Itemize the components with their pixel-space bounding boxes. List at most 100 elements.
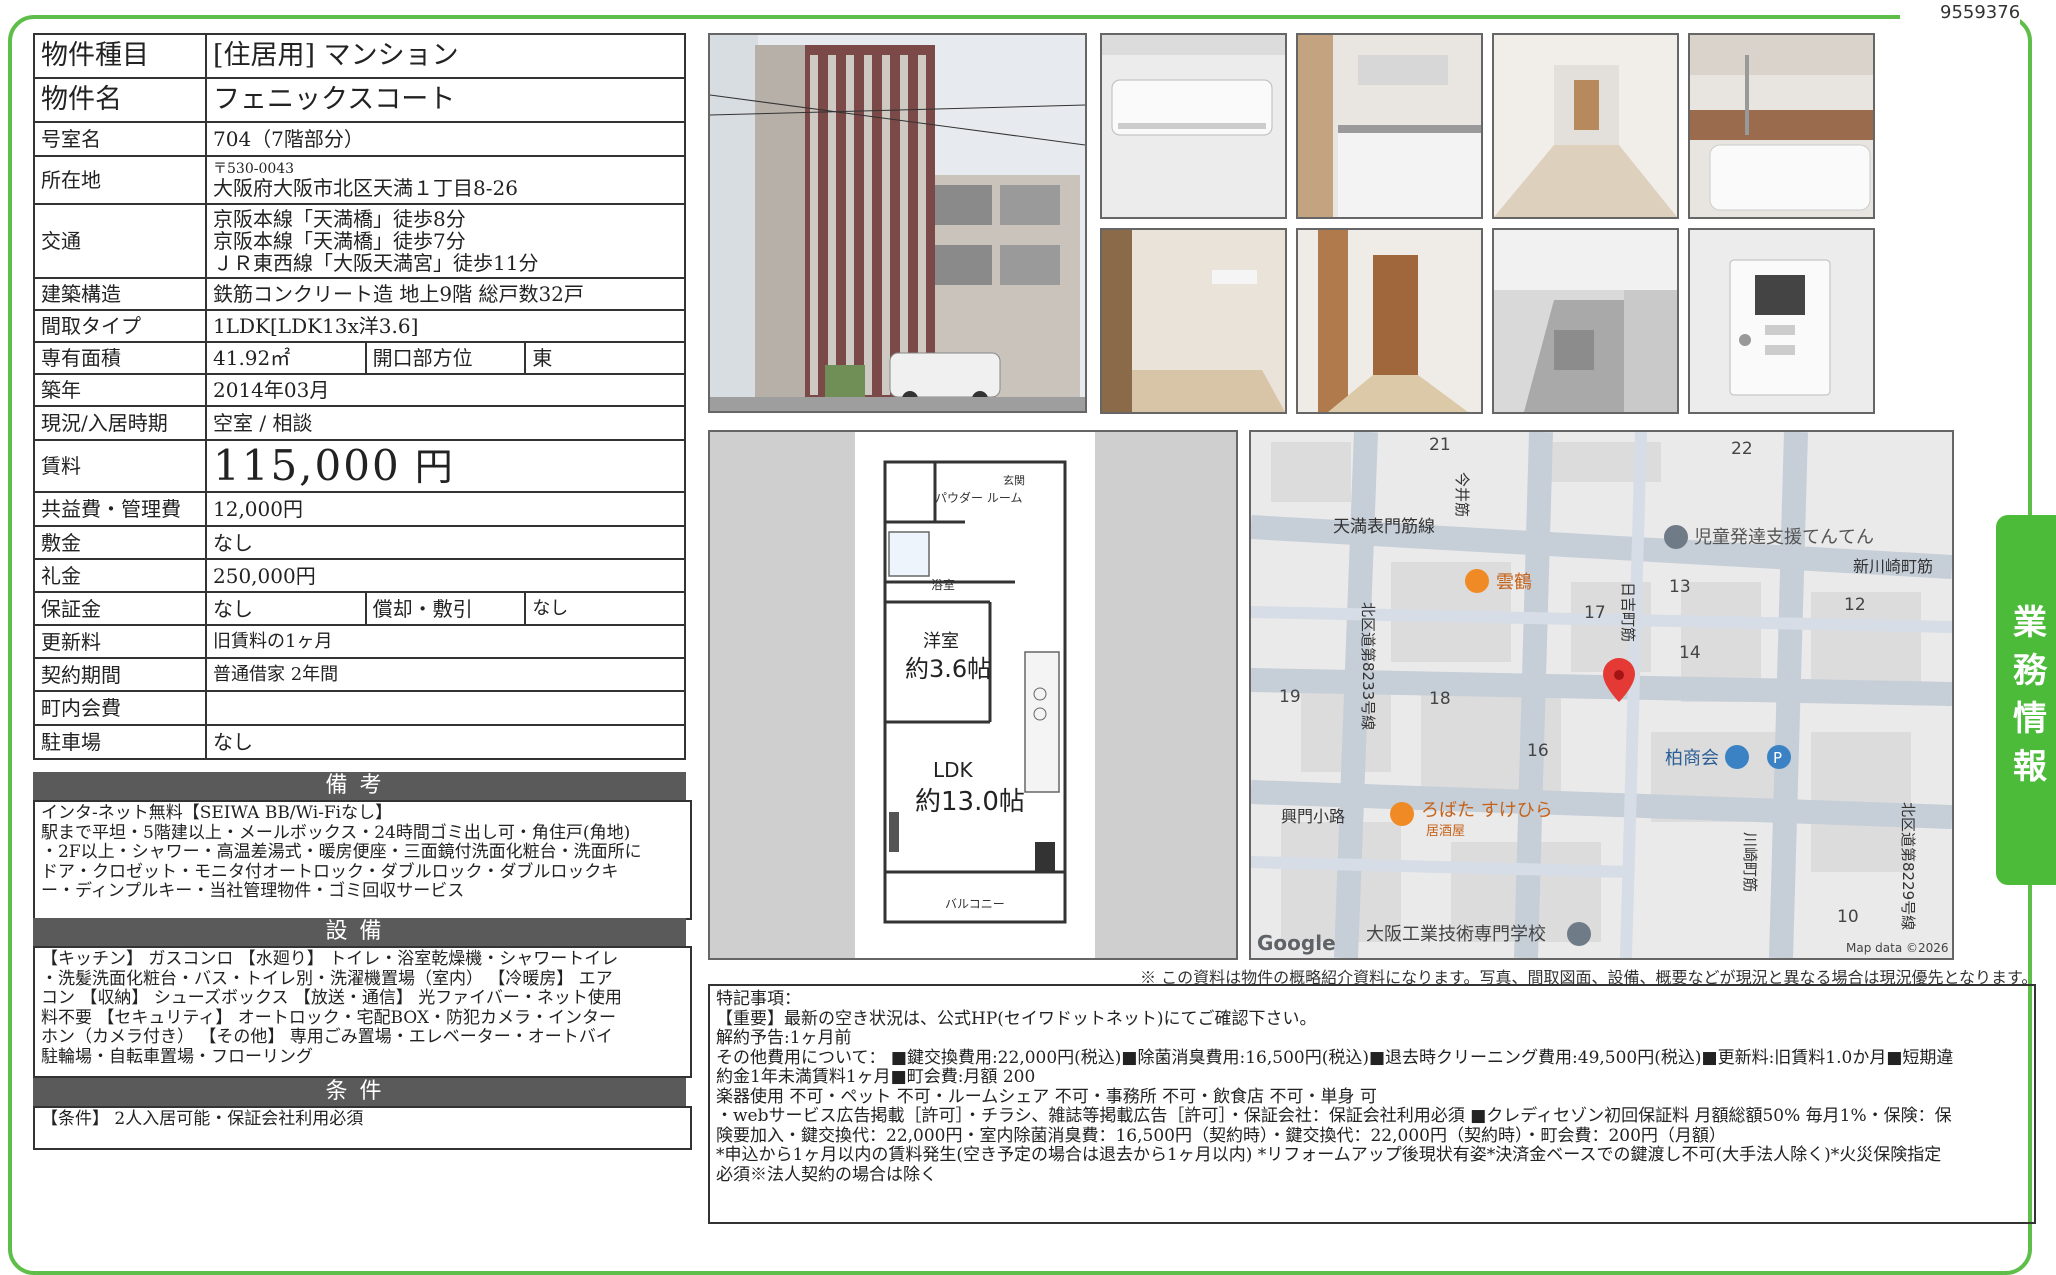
direction-value: 東 [524, 341, 686, 375]
hallway-illustration [1298, 230, 1481, 412]
rent-value: 115,000 [213, 440, 401, 490]
notes-line: 険要加入・鍵交換代：22,000円・室内除菌消臭費：16,500円（契約時）・鍵… [716, 1125, 1726, 1146]
street-tenma: 天満表門筋線 [1333, 517, 1435, 537]
google-logo: Google [1257, 931, 1336, 955]
key-money-value: 250,000円 [205, 558, 686, 593]
entrance-label: 玄関 [1003, 473, 1025, 487]
status-label: 現況/入居時期 [33, 405, 207, 441]
room-value: 704（7階部分） [205, 121, 686, 157]
poi-kashiwa-label: 柏商会 [1665, 748, 1719, 769]
street-imai: 今井筋 [1453, 472, 1471, 517]
special-notes: 特記事項： 【重要】最新の空き状況は、公式HP(セイワドットネット)にてご確認下… [708, 984, 2036, 1224]
notes-line: ・webサービス広告掲載［許可］・チラシ、雑誌等掲載広告［許可］・保証会社：保証… [716, 1106, 1952, 1126]
aircon-photo[interactable] [1100, 33, 1287, 219]
poi-school-label: 大阪工業技術専門学校 [1366, 924, 1546, 945]
direction-label: 開口部方位 [364, 341, 527, 375]
floor-plan-drawing: パウダー ルーム 浴室 玄関 洋室 約3.6帖 LDK 約13.0帖 バルコニー [883, 460, 1067, 924]
living-photo[interactable] [1492, 33, 1679, 219]
block-21: 21 [1429, 435, 1451, 455]
intercom-photo[interactable] [1688, 228, 1875, 414]
remarks-line: インタ-ネット無料【SEIWA BB/Wi-Fiなし】 [41, 803, 393, 823]
notes-line: 楽器使用 不可・ペット 不可・ルームシェア 不可・事務所 不可・飲食店 不可・単… [716, 1086, 1377, 1107]
block-18: 18 [1429, 689, 1451, 709]
remarks-line: ・2F以上・シャワー・高温差湯式・暖房便座・三面鏡付洗面化粧台・洗面所に [41, 842, 642, 862]
deposit-value: なし [205, 525, 686, 560]
street-kawasaki: 川崎町筋 [1741, 832, 1759, 892]
poi-center-icon [1664, 525, 1688, 549]
renewal-value: 旧賃料の1ヶ月 [205, 624, 686, 659]
built-label: 築年 [33, 373, 207, 407]
notes-line: 解約予告:1ヶ月前 [716, 1028, 852, 1048]
notes-line: 必須※法人契約の場合は除く [716, 1164, 937, 1185]
ldk-label: LDK [933, 758, 974, 782]
guarantee-value: なし [205, 591, 367, 626]
poi-center-label: 児童発達支援てんてん [1694, 527, 1874, 548]
block-12: 12 [1844, 595, 1866, 615]
floor-plan[interactable]: パウダー ルーム 浴室 玄関 洋室 約3.6帖 LDK 約13.0帖 バルコニー [708, 430, 1238, 960]
hallway-photo[interactable] [1296, 228, 1483, 414]
area-value: 41.92㎡ [205, 341, 367, 375]
street-shinkawa: 新川崎町筋 [1853, 557, 1933, 576]
building-photo[interactable] [708, 33, 1087, 413]
business-info-tab[interactable]: 業務情報 [1996, 515, 2056, 885]
key-money-label: 礼金 [33, 558, 207, 593]
street-kitaku2: 北区道第8229号線 [1899, 802, 1917, 930]
status-value: 空室 / 相談 [205, 405, 686, 441]
western-room-label: 洋室 [923, 631, 959, 652]
conditions-line: 【条件】 2人入居可能・保証会社利用必須 [41, 1109, 364, 1129]
address-cell: 〒530-0043 大阪府大阪市北区天満１丁目8-26 [205, 155, 686, 205]
poi-robata-sub: 居酒屋 [1426, 824, 1465, 839]
layout-label: 間取タイプ [33, 309, 207, 343]
kitchen-illustration [1298, 35, 1481, 217]
intercom-illustration [1690, 230, 1873, 412]
rent-cell: 115,000 円 [205, 439, 686, 493]
map-drawing: 21 22 13 12 17 14 19 18 16 10 天満表門筋線 新川崎… [1251, 432, 1952, 958]
poi-restaurant-icon [1465, 569, 1489, 593]
conditions-header: 条件 [33, 1078, 686, 1106]
poi-kumotsuru-label: 雲鶴 [1496, 572, 1532, 593]
bathroom-photo[interactable] [1688, 33, 1875, 219]
poi-izakaya-icon [1390, 802, 1414, 826]
ldk-size: 約13.0帖 [915, 787, 1025, 817]
western-room-photo[interactable] [1100, 228, 1287, 414]
business-info-tab-label: 業務情報 [2006, 604, 2047, 796]
floor-plan-sheet: パウダー ルーム 浴室 玄関 洋室 約3.6帖 LDK 約13.0帖 バルコニー [855, 432, 1095, 958]
rent-label: 賃料 [33, 439, 207, 493]
powder-room-label: パウダー ルーム [935, 490, 1022, 505]
street-hiyoshi: 日吉町筋 [1619, 582, 1637, 642]
equipment-body: 【キッチン】 ガスコンロ 【水廻り】 トイレ・浴室乾燥機・シャワートイレ ・洗髪… [33, 946, 692, 1078]
name-value: フェニックスコート [205, 77, 686, 123]
poi-shop-icon [1725, 745, 1749, 769]
document-number: 9559376 [1940, 2, 2021, 23]
remarks-header: 備考 [33, 772, 686, 800]
notes-line: 約金1年未満賃料1ヶ月■町会費:月額 200 [716, 1067, 1036, 1087]
kitchen-photo[interactable] [1296, 33, 1483, 219]
block-17: 17 [1584, 603, 1606, 623]
aircon-illustration [1102, 35, 1285, 217]
block-14: 14 [1679, 643, 1701, 663]
transport-line: ＪＲ東西線「大阪天満宮」徒歩11分 [213, 251, 539, 275]
block-19: 19 [1279, 687, 1301, 707]
address-label: 所在地 [33, 155, 207, 205]
guarantee-label: 保証金 [33, 591, 207, 626]
block-16: 16 [1527, 741, 1549, 761]
map-data-credit: Map data ©2026 [1846, 941, 1949, 955]
remarks-line: ドア・クロゼット・モニタ付オートロック・ダブルロック・ダブルロックキ [41, 861, 619, 882]
equipment-line: 料不要 【セキュリティ】 オートロック・宅配BOX・防犯カメラ・インター [41, 1007, 616, 1028]
type-value: [住居用] マンション [205, 33, 686, 79]
deposit-label: 敷金 [33, 525, 207, 560]
street-kitaku: 北区道第8233号線 [1359, 602, 1377, 730]
balcony-photo[interactable] [1492, 228, 1679, 414]
equipment-line: 【キッチン】 ガスコンロ 【水廻り】 トイレ・浴室乾燥機・シャワートイレ [41, 949, 619, 969]
block-22: 22 [1731, 439, 1753, 459]
contract-label: 契約期間 [33, 657, 207, 692]
block-10: 10 [1837, 907, 1859, 927]
transport-cell: 京阪本線「天満橋」徒歩8分 京阪本線「天満橋」徒歩7分 ＪＲ東西線「大阪天満宮」… [205, 203, 686, 279]
area-label: 専有面積 [33, 341, 207, 375]
amort-value: なし [524, 591, 686, 626]
location-map[interactable]: 21 22 13 12 17 14 19 18 16 10 天満表門筋線 新川崎… [1249, 430, 1954, 960]
bath-label: 浴室 [931, 577, 955, 592]
rent-unit: 円 [414, 444, 455, 489]
built-value: 2014年03月 [205, 373, 686, 407]
fee-label: 共益費・管理費 [33, 491, 207, 527]
